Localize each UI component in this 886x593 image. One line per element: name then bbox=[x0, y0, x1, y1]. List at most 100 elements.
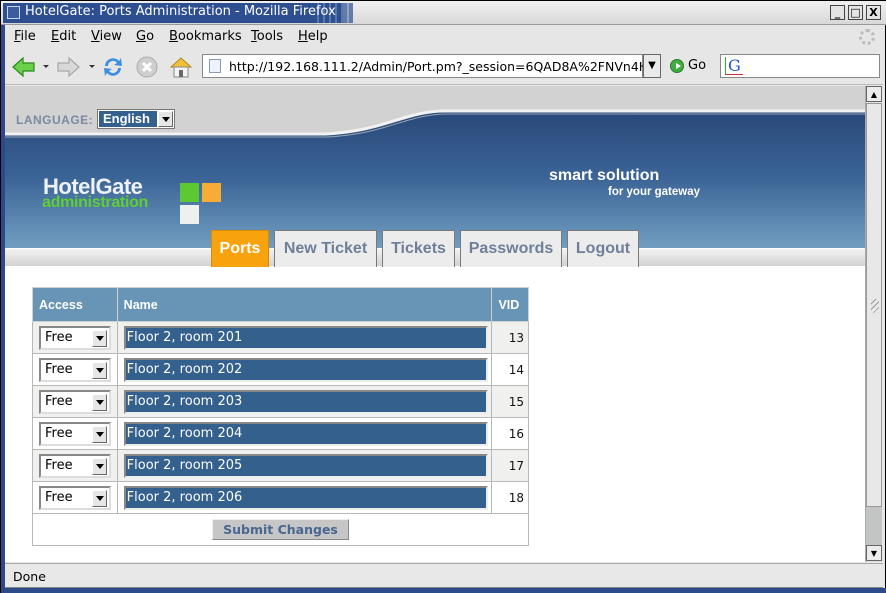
scroll-down-button[interactable]: ▼ bbox=[866, 545, 882, 561]
access-select[interactable]: Free bbox=[39, 421, 111, 446]
status-text: Done bbox=[13, 569, 46, 584]
tab-tickets[interactable]: Tickets bbox=[382, 230, 455, 267]
access-cell: Free bbox=[32, 353, 118, 386]
language-selected-value: English bbox=[99, 111, 157, 127]
scrollbar-thumb[interactable] bbox=[866, 103, 882, 507]
google-search-engine-icon[interactable]: G bbox=[725, 57, 743, 75]
vertical-scrollbar[interactable]: ▲ ▼ bbox=[865, 86, 882, 562]
access-select[interactable]: Free bbox=[39, 485, 111, 510]
access-cell: Free bbox=[32, 385, 118, 418]
access-cell: Free bbox=[32, 449, 118, 482]
submit-row: Submit Changes bbox=[32, 513, 529, 546]
scroll-up-button[interactable]: ▲ bbox=[866, 86, 882, 102]
menu-bar: File Edit View Go Bookmarks Tools Help bbox=[5, 26, 883, 48]
go-button[interactable]: Go bbox=[670, 58, 706, 73]
vid-cell: 15 bbox=[491, 385, 529, 418]
name-cell: Floor 2, room 205 bbox=[116, 449, 493, 482]
port-name-input[interactable]: Floor 2, room 203 bbox=[123, 389, 488, 414]
chevron-down-icon[interactable] bbox=[92, 361, 107, 379]
access-cell: Free bbox=[32, 417, 118, 450]
name-cell: Floor 2, room 201 bbox=[116, 321, 493, 354]
forward-history-dropdown[interactable] bbox=[89, 65, 95, 68]
stop-button[interactable] bbox=[134, 54, 160, 80]
home-button[interactable] bbox=[168, 54, 194, 80]
tab-new-ticket[interactable]: New Ticket bbox=[274, 230, 377, 267]
access-value: Free bbox=[45, 457, 73, 473]
scrollbar-trough[interactable] bbox=[866, 507, 882, 545]
tab-label: Tickets bbox=[391, 240, 446, 257]
table-row: Free Floor 2, room 201 13 bbox=[32, 321, 529, 354]
submit-changes-button[interactable]: Submit Changes bbox=[212, 519, 349, 540]
menu-file[interactable]: File bbox=[14, 29, 36, 44]
table-header-row: Access Name VID bbox=[32, 287, 529, 322]
access-select[interactable]: Free bbox=[39, 357, 111, 382]
ports-table: Access Name VID Free Floor 2, room 201 13 F… bbox=[32, 287, 529, 546]
chevron-down-icon[interactable] bbox=[92, 393, 107, 411]
close-icon: X bbox=[869, 6, 878, 19]
window-bottom-border bbox=[1, 588, 886, 593]
close-button[interactable]: X bbox=[866, 5, 881, 20]
stop-icon bbox=[136, 56, 158, 78]
menu-edit[interactable]: Edit bbox=[51, 29, 76, 44]
forward-button[interactable] bbox=[55, 54, 81, 80]
reload-button[interactable] bbox=[100, 54, 126, 80]
menu-go[interactable]: Go bbox=[136, 29, 154, 44]
table-row: Free Floor 2, room 203 15 bbox=[32, 385, 529, 418]
port-name-input[interactable]: Floor 2, room 202 bbox=[123, 357, 488, 382]
vid-cell: 17 bbox=[491, 449, 529, 482]
access-value: Free bbox=[45, 425, 73, 441]
logo-subtitle: administration bbox=[42, 194, 149, 211]
back-button[interactable] bbox=[11, 54, 37, 80]
tab-passwords[interactable]: Passwords bbox=[460, 230, 562, 267]
port-name-input[interactable]: Floor 2, room 201 bbox=[123, 325, 488, 350]
window-app-icon[interactable] bbox=[7, 6, 20, 19]
tab-ports[interactable]: Ports bbox=[211, 230, 269, 267]
page-icon bbox=[209, 59, 221, 73]
chevron-down-icon[interactable] bbox=[92, 457, 107, 475]
forward-icon bbox=[57, 56, 80, 78]
menu-view[interactable]: View bbox=[91, 29, 122, 44]
port-name-input[interactable]: Floor 2, room 206 bbox=[123, 485, 488, 510]
arrow-up-icon: ▲ bbox=[870, 89, 878, 99]
menu-tools[interactable]: Tools bbox=[251, 29, 283, 44]
table-row: Free Floor 2, room 205 17 bbox=[32, 449, 529, 482]
access-cell: Free bbox=[32, 481, 118, 514]
minimize-button[interactable]: _ bbox=[830, 5, 845, 20]
chevron-down-icon[interactable] bbox=[92, 329, 107, 347]
access-value: Free bbox=[45, 489, 73, 505]
access-select[interactable]: Free bbox=[39, 453, 111, 478]
url-text[interactable]: http://192.168.111.2/Admin/Port.pm?_sess… bbox=[229, 59, 658, 74]
tab-logout[interactable]: Logout bbox=[567, 230, 639, 267]
name-cell: Floor 2, room 206 bbox=[116, 481, 493, 514]
page-content: LANGUAGE: English HotelGate administrati… bbox=[5, 86, 865, 562]
chevron-down-icon[interactable] bbox=[158, 111, 173, 127]
slogan-main: smart solution bbox=[549, 167, 660, 184]
port-name-input[interactable]: Floor 2, room 204 bbox=[123, 421, 488, 446]
access-select[interactable]: Free bbox=[39, 389, 111, 414]
language-select[interactable]: English bbox=[97, 109, 175, 129]
access-value: Free bbox=[45, 329, 73, 345]
menu-bookmarks[interactable]: Bookmarks bbox=[169, 29, 242, 44]
chevron-down-icon[interactable] bbox=[92, 425, 107, 443]
maximize-button[interactable]: □ bbox=[848, 5, 863, 20]
search-input[interactable]: G bbox=[720, 54, 880, 78]
column-header-access: Access bbox=[32, 287, 118, 322]
access-cell: Free bbox=[32, 321, 118, 354]
vid-cell: 13 bbox=[491, 321, 529, 354]
access-value: Free bbox=[45, 361, 73, 377]
name-cell: Floor 2, room 204 bbox=[116, 417, 493, 450]
chevron-down-icon[interactable] bbox=[92, 489, 107, 507]
port-name-input[interactable]: Floor 2, room 205 bbox=[123, 453, 488, 478]
access-select[interactable]: Free bbox=[39, 325, 111, 350]
menu-help[interactable]: Help bbox=[298, 29, 328, 44]
url-history-dropdown[interactable]: ▼ bbox=[643, 54, 661, 78]
reload-icon bbox=[104, 58, 122, 76]
table-row: Free Floor 2, room 202 14 bbox=[32, 353, 529, 386]
logo-square-green bbox=[180, 183, 199, 202]
url-bar[interactable]: http://192.168.111.2/Admin/Port.pm?_sess… bbox=[202, 54, 658, 78]
back-history-dropdown[interactable] bbox=[43, 65, 49, 68]
logo-square-white bbox=[180, 205, 199, 224]
title-bar[interactable]: HotelGate: Ports Administration - Mozill… bbox=[1, 1, 886, 25]
column-header-vid: VID bbox=[491, 287, 529, 322]
vid-cell: 18 bbox=[491, 481, 529, 514]
